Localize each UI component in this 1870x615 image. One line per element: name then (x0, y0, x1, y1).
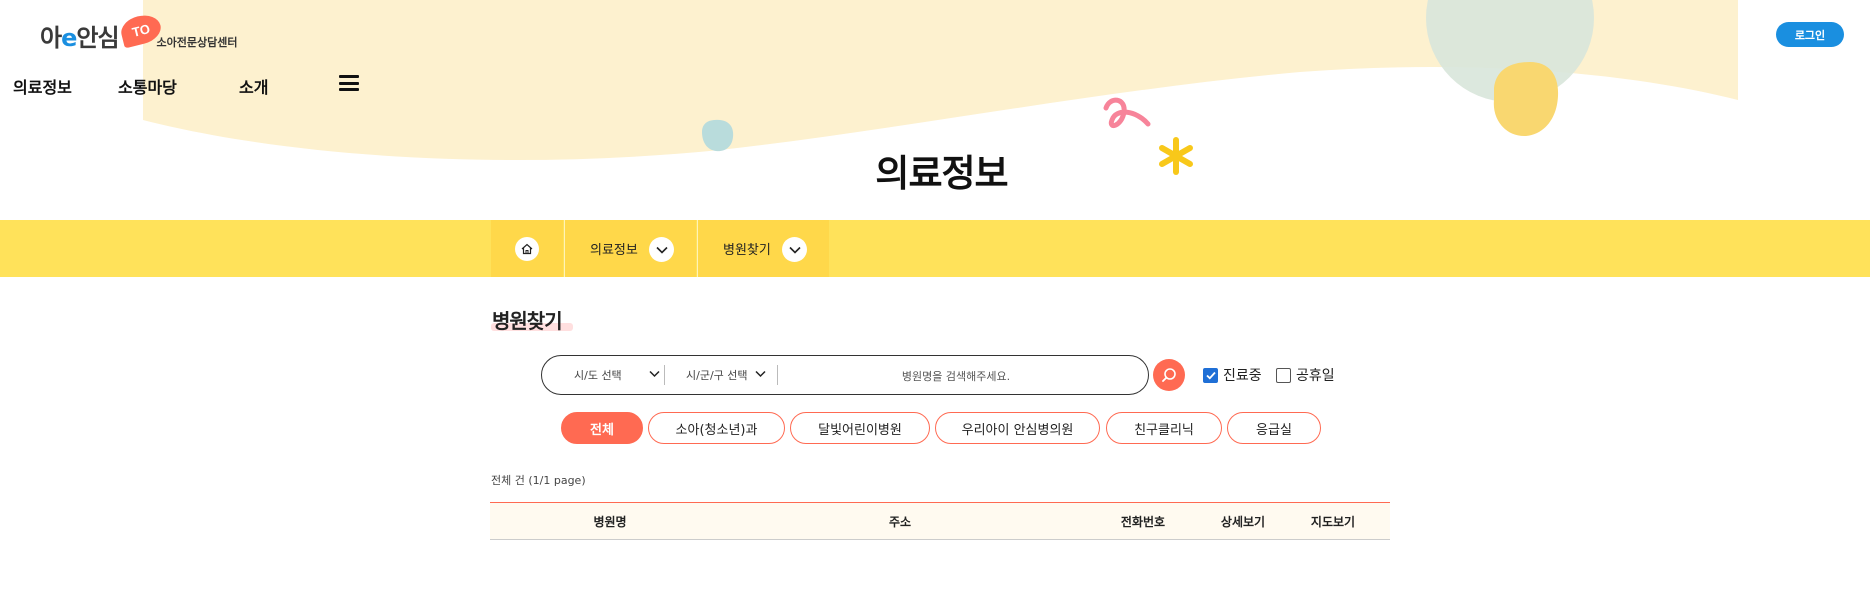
chevron-down-icon (755, 370, 766, 378)
checkbox-label: 공휴일 (1296, 368, 1335, 384)
sigungu-select-label: 시/군/구 선택 (686, 369, 748, 382)
tab-pediatrics[interactable]: 소아(청소년)과 (648, 412, 785, 444)
checkbox-label: 진료중 (1223, 368, 1262, 384)
search-box: 시/도 선택 시/군/구 선택 (541, 355, 1149, 395)
holiday-checkbox[interactable]: 공휴일 (1276, 365, 1335, 385)
page-title: 의료정보 (875, 152, 1008, 195)
breadcrumb-label: 병원찾기 (723, 243, 771, 258)
result-count: 전체 건 (1/1 page) (491, 474, 586, 487)
logo-text: 아e안심 (40, 24, 120, 52)
column-header-phone: 전화번호 (1120, 515, 1166, 529)
sigungu-select[interactable]: 시/군/구 선택 (678, 356, 766, 394)
nav-medical-info[interactable]: 의료정보 (13, 74, 72, 98)
home-icon (515, 236, 539, 261)
site-logo[interactable]: 아e안심 TO 소아전문상담센터 (40, 11, 238, 52)
logo-text-e: e (61, 24, 77, 52)
checkbox-box (1203, 367, 1218, 383)
open-now-checkbox[interactable]: 진료중 (1203, 365, 1262, 385)
nav-about[interactable]: 소개 (239, 74, 268, 98)
chevron-down-icon (649, 237, 674, 262)
search-button[interactable] (1153, 359, 1185, 391)
yellow-blob (1493, 62, 1559, 137)
sido-select-label: 시/도 선택 (574, 369, 622, 382)
tab-emergency[interactable]: 응급실 (1227, 412, 1321, 444)
checkbox-box (1276, 367, 1291, 383)
search-icon (1162, 368, 1176, 382)
column-header-address: 주소 (888, 515, 912, 529)
breadcrumb-bar (0, 220, 1870, 277)
column-header-map: 지도보기 (1310, 515, 1356, 529)
check-icon (1205, 371, 1216, 379)
tab-all[interactable]: 전체 (561, 412, 643, 444)
login-button[interactable]: 로그인 (1776, 22, 1844, 47)
breadcrumb-find-hospital[interactable]: 병원찾기 (698, 220, 829, 277)
logo-text-b: 안심 (76, 24, 119, 52)
tab-safe-clinic[interactable]: 우리아이 안심병의원 (935, 412, 1100, 444)
sido-select[interactable]: 시/도 선택 (566, 356, 660, 394)
nav-community[interactable]: 소통마당 (118, 74, 177, 98)
column-header-detail: 상세보기 (1220, 515, 1266, 529)
logo-text-a: 아 (40, 24, 62, 52)
breadcrumb-medical-info[interactable]: 의료정보 (565, 220, 696, 277)
breadcrumb-label: 의료정보 (590, 243, 638, 258)
column-header-hospital: 병원명 (593, 515, 627, 529)
breadcrumb-home[interactable] (491, 220, 563, 277)
section-title: 병원찾기 (492, 309, 563, 333)
chevron-down-icon (782, 237, 807, 262)
pink-squiggle (1103, 97, 1151, 128)
select-divider (664, 365, 665, 385)
tab-friend-clinic[interactable]: 친구클리닉 (1106, 412, 1222, 444)
chevron-down-icon (649, 370, 660, 378)
menu-icon[interactable] (339, 75, 359, 91)
hospital-search-input[interactable] (778, 361, 1134, 391)
tab-moonlight-hospital[interactable]: 달빛어린이병원 (790, 412, 930, 444)
logo-subtitle: 소아전문상담센터 (156, 36, 238, 49)
result-table-header: 병원명 주소 전화번호 상세보기 지도보기 (490, 502, 1390, 540)
